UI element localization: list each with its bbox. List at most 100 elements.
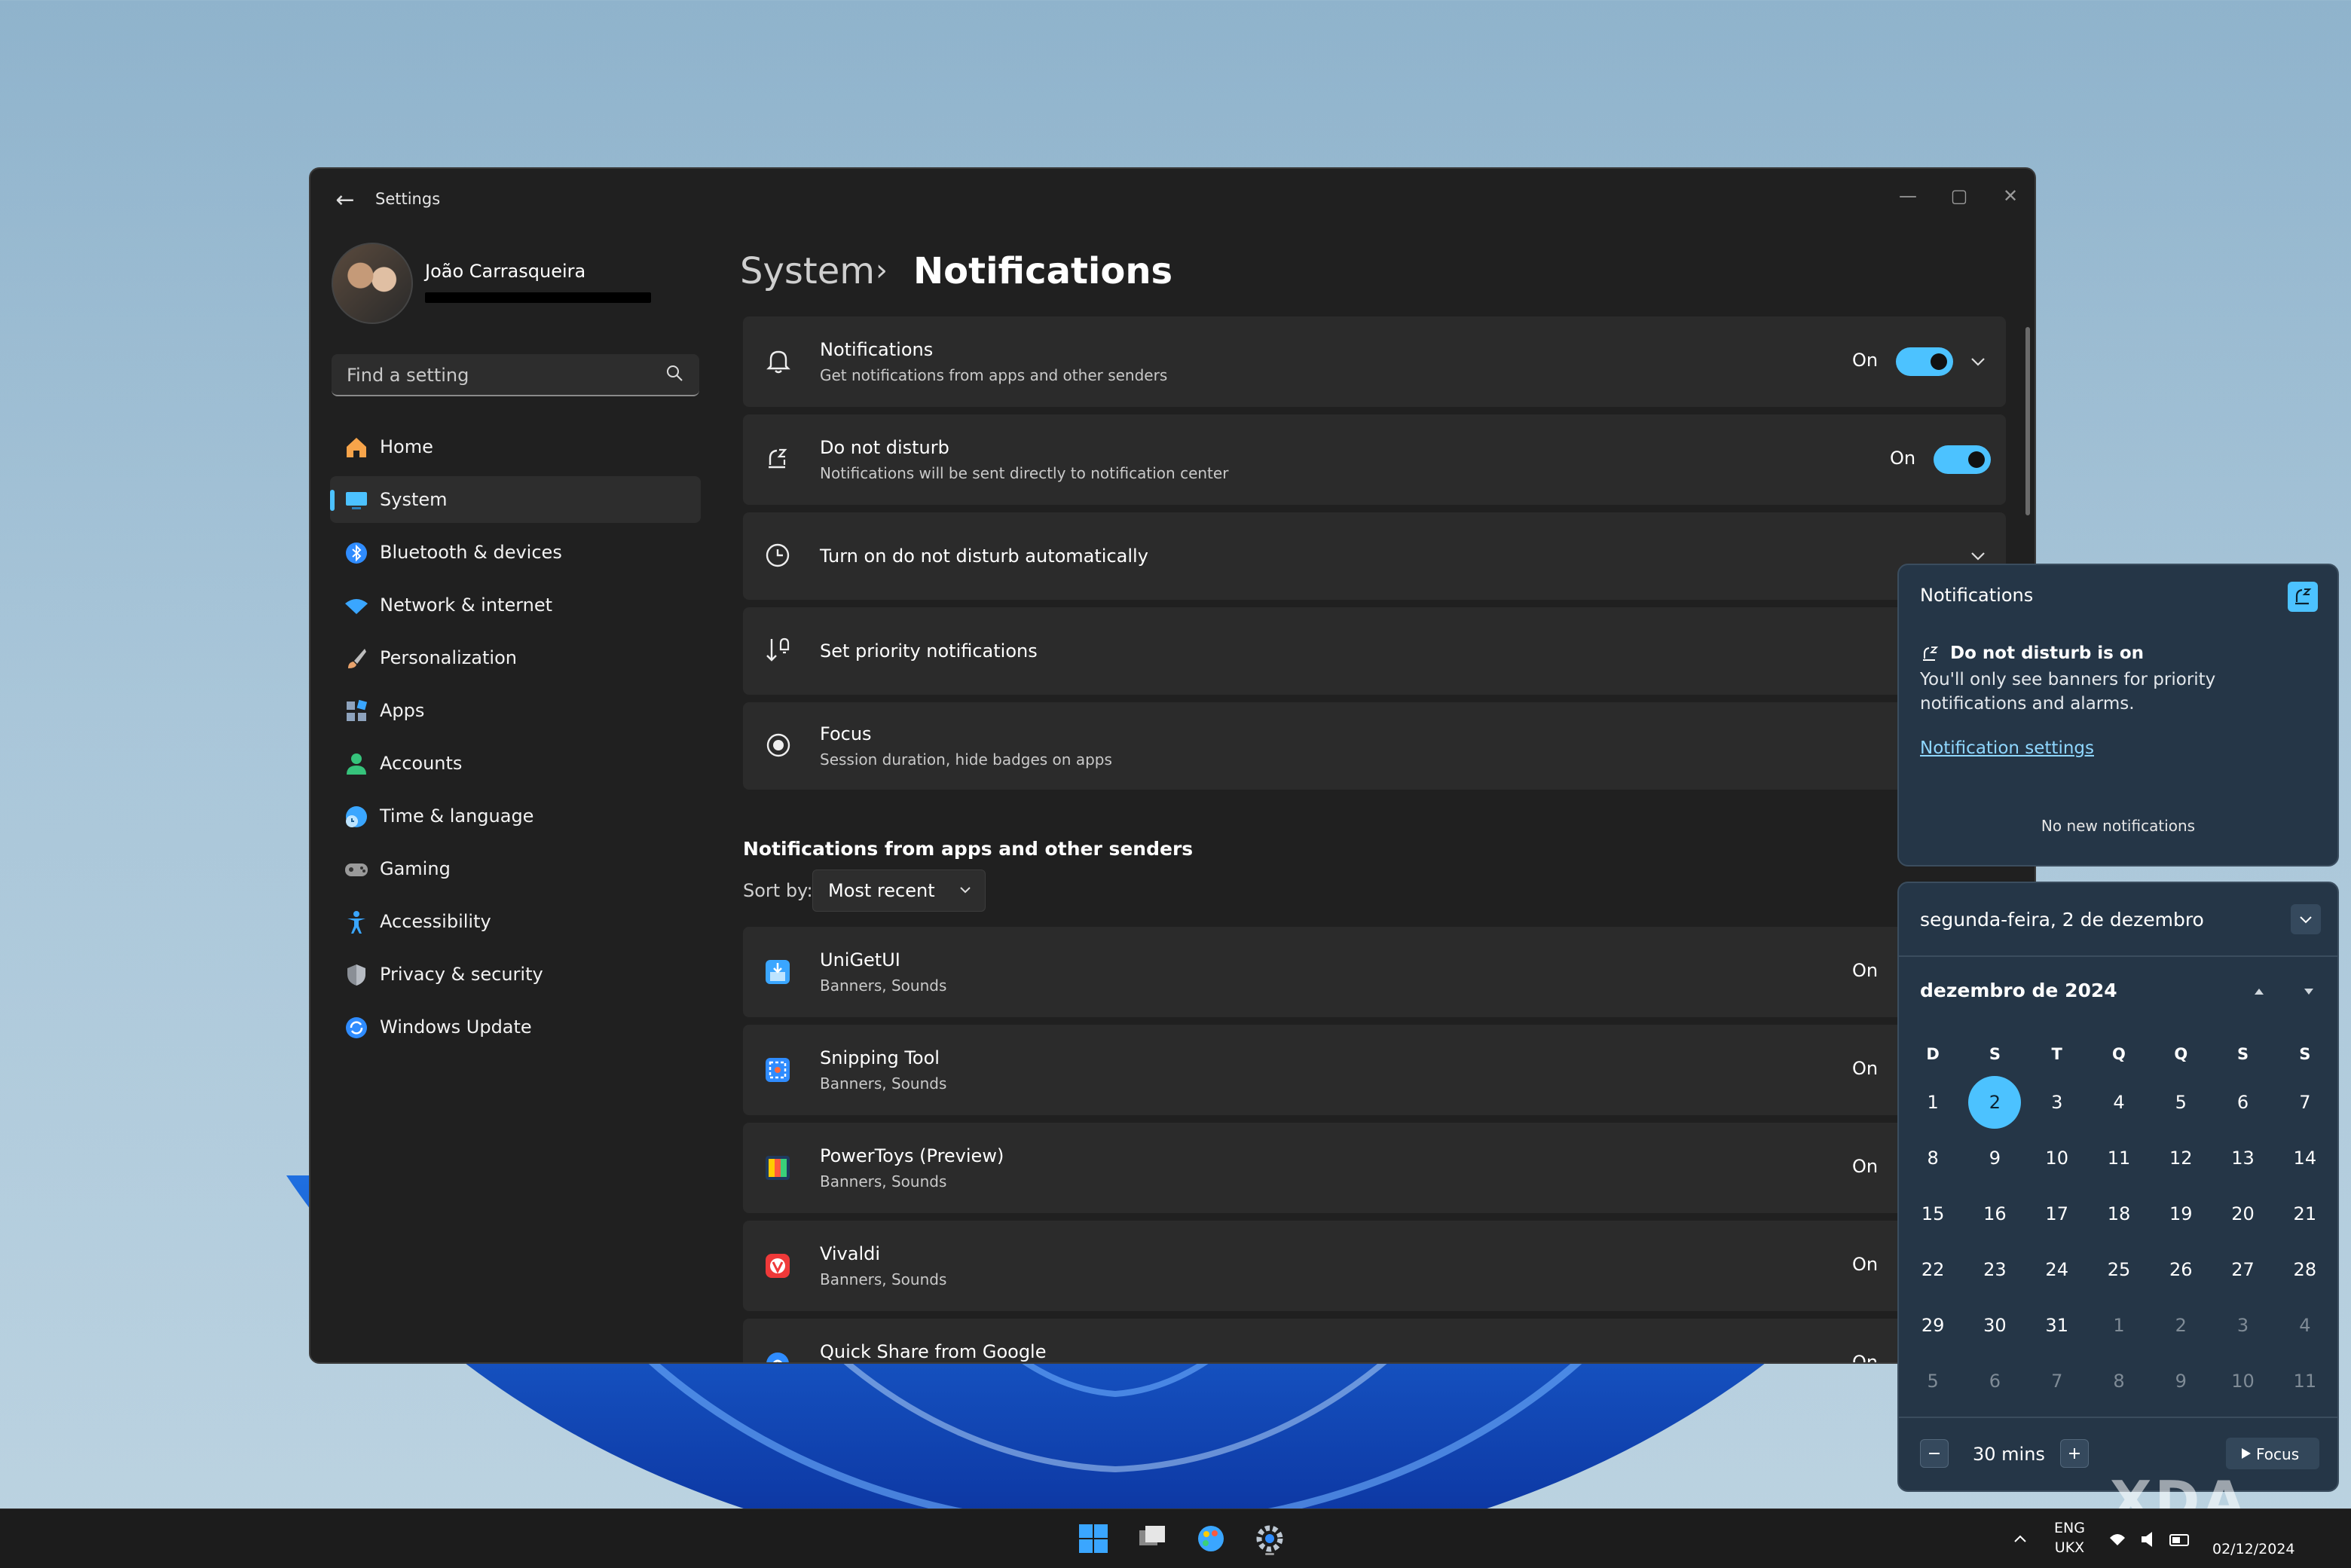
calendar-day[interactable]: 25 — [2088, 1242, 2150, 1297]
calendar-day[interactable]: 16 — [1964, 1186, 2025, 1242]
calendar-day[interactable]: 7 — [2274, 1074, 2336, 1130]
sidebar-item-apps[interactable]: Apps — [330, 687, 701, 734]
notifications-toggle[interactable] — [1896, 347, 1953, 376]
sidebar-item-label: Network & internet — [380, 594, 553, 616]
system-tray-icons[interactable] — [2107, 1527, 2212, 1551]
sidebar-item-personalization[interactable]: Personalization — [330, 634, 701, 681]
calendar-day-next-month[interactable]: 7 — [2026, 1353, 2088, 1409]
app-row-snipping-tool[interactable]: Snipping Tool Banners, Sounds On — [743, 1025, 2006, 1115]
start-focus-button[interactable]: Focus — [2226, 1438, 2319, 1469]
calendar-day[interactable]: 20 — [2212, 1186, 2273, 1242]
start-windows-icon[interactable] — [1076, 1521, 1111, 1556]
auto-dnd-card[interactable]: Turn on do not disturb automatically — [743, 512, 2006, 600]
task-view-icon[interactable] — [1135, 1521, 1169, 1556]
input-language[interactable]: ENG UKX — [2054, 1518, 2085, 1557]
calendar-day[interactable]: 24 — [2026, 1242, 2088, 1297]
calendar-day[interactable]: 12 — [2150, 1130, 2212, 1186]
chevron-up-icon[interactable] — [2010, 1529, 2030, 1548]
sidebar-item-home[interactable]: Home — [330, 423, 701, 470]
back-button[interactable]: ← — [330, 185, 360, 215]
calendar-day[interactable]: 6 — [2212, 1074, 2273, 1130]
sidebar-item-label: Gaming — [380, 858, 451, 879]
calendar-day[interactable]: 30 — [1964, 1297, 2025, 1353]
calendar-day-today[interactable]: 2 — [1964, 1074, 2025, 1130]
search-input[interactable]: Find a setting — [332, 354, 699, 396]
focus-card[interactable]: Focus Session duration, hide badges on a… — [743, 702, 2006, 790]
dnd-quick-button[interactable] — [2288, 582, 2318, 612]
app-name: Vivaldi — [820, 1243, 881, 1264]
calendar-day[interactable]: 15 — [1902, 1186, 1964, 1242]
calendar-day-next-month[interactable]: 6 — [1964, 1353, 2025, 1409]
calendar-day[interactable]: 18 — [2088, 1186, 2150, 1242]
sidebar-item-bluetooth[interactable]: Bluetooth & devices — [330, 529, 701, 576]
calendar-collapse-button[interactable] — [2291, 904, 2321, 934]
calendar-day-next-month[interactable]: 9 — [2150, 1353, 2212, 1409]
dnd-toggle[interactable] — [1934, 445, 1991, 474]
calendar-day[interactable]: 23 — [1964, 1242, 2025, 1297]
scrollbar[interactable] — [2025, 327, 2030, 515]
chevron-down-icon — [960, 887, 971, 894]
calendar-day-next-month[interactable]: 4 — [2274, 1297, 2336, 1353]
close-button[interactable]: ✕ — [1989, 179, 2032, 212]
calendar-day[interactable]: 31 — [2026, 1297, 2088, 1353]
calendar-day[interactable]: 14 — [2274, 1130, 2336, 1186]
calendar-day-next-month[interactable]: 2 — [2150, 1297, 2212, 1353]
sidebar-nav: Home System Bluetooth & devices Network … — [330, 423, 701, 1056]
chevron-down-icon[interactable] — [1967, 350, 1989, 373]
calendar-day[interactable]: 5 — [2150, 1074, 2212, 1130]
calendar-day[interactable]: 28 — [2274, 1242, 2336, 1297]
increase-minutes-button[interactable] — [2060, 1439, 2089, 1468]
calendar-day-next-month[interactable]: 10 — [2212, 1353, 2273, 1409]
calendar-day[interactable]: 29 — [1902, 1297, 1964, 1353]
calendar-day[interactable]: 27 — [2212, 1242, 2273, 1297]
sidebar-item-privacy[interactable]: Privacy & security — [330, 951, 701, 998]
calendar-day-next-month[interactable]: 11 — [2274, 1353, 2336, 1409]
decrease-minutes-button[interactable] — [1920, 1439, 1949, 1468]
paint-icon[interactable] — [1194, 1521, 1228, 1556]
sidebar-item-network[interactable]: Network & internet — [330, 582, 701, 628]
calendar-day[interactable]: 3 — [2026, 1074, 2088, 1130]
calendar-day[interactable]: 19 — [2150, 1186, 2212, 1242]
app-subtitle: Banners, Sounds — [820, 1074, 947, 1093]
weekday-label: S — [2299, 1045, 2311, 1063]
bluetooth-icon — [346, 543, 367, 564]
sidebar-item-accounts[interactable]: Accounts — [330, 740, 701, 787]
calendar-day-next-month[interactable]: 1 — [2088, 1297, 2150, 1353]
sort-dropdown[interactable]: Most recent — [812, 870, 986, 912]
calendar-day[interactable]: 11 — [2088, 1130, 2150, 1186]
calendar-day[interactable]: 1 — [1902, 1074, 1964, 1130]
sidebar-item-windows-update[interactable]: Windows Update — [330, 1004, 701, 1050]
calendar-day-next-month[interactable]: 8 — [2088, 1353, 2150, 1409]
priority-notifications-card[interactable]: Set priority notifications — [743, 607, 2006, 695]
settings-gear-icon[interactable] — [1252, 1521, 1287, 1556]
calendar-day-next-month[interactable]: 5 — [1902, 1353, 1964, 1409]
sidebar-item-time-language[interactable]: Time & language — [330, 793, 701, 839]
calendar-day[interactable]: 9 — [1964, 1130, 2025, 1186]
app-row-powertoys[interactable]: PowerToys (Preview) Banners, Sounds On — [743, 1123, 2006, 1213]
breadcrumb-parent[interactable]: System — [740, 250, 875, 292]
calendar-day[interactable]: 10 — [2026, 1130, 2088, 1186]
calendar-day-next-month[interactable]: 3 — [2212, 1297, 2273, 1353]
notifications-card[interactable]: Notifications Get notifications from app… — [743, 316, 2006, 407]
focus-button-label: Focus — [2256, 1445, 2300, 1463]
calendar-day[interactable]: 26 — [2150, 1242, 2212, 1297]
app-row-unigetui[interactable]: UniGetUI Banners, Sounds On — [743, 927, 2006, 1017]
calendar-day[interactable]: 17 — [2026, 1186, 2088, 1242]
calendar-day[interactable]: 22 — [1902, 1242, 1964, 1297]
calendar-day[interactable]: 13 — [2212, 1130, 2273, 1186]
sidebar-item-gaming[interactable]: Gaming — [330, 845, 701, 892]
previous-month-icon[interactable] — [2249, 981, 2270, 1002]
notification-settings-link[interactable]: Notification settings — [1920, 738, 2094, 758]
sidebar-item-accessibility[interactable]: Accessibility — [330, 898, 701, 945]
calendar-day[interactable]: 21 — [2274, 1186, 2336, 1242]
sidebar-item-label: Privacy & security — [380, 964, 543, 985]
calendar-day[interactable]: 4 — [2088, 1074, 2150, 1130]
calendar-day[interactable]: 8 — [1902, 1130, 1964, 1186]
minimize-button[interactable]: — — [1887, 179, 1929, 212]
taskbar-date[interactable]: 02/12/2024 — [2212, 1541, 2295, 1557]
sidebar-item-system[interactable]: System — [330, 476, 701, 523]
next-month-icon[interactable] — [2298, 981, 2319, 1002]
app-row-quick-share[interactable]: Quick Share from Google On — [743, 1319, 2006, 1362]
app-row-vivaldi[interactable]: Vivaldi Banners, Sounds On — [743, 1221, 2006, 1311]
maximize-button[interactable]: ▢ — [1938, 179, 1980, 212]
